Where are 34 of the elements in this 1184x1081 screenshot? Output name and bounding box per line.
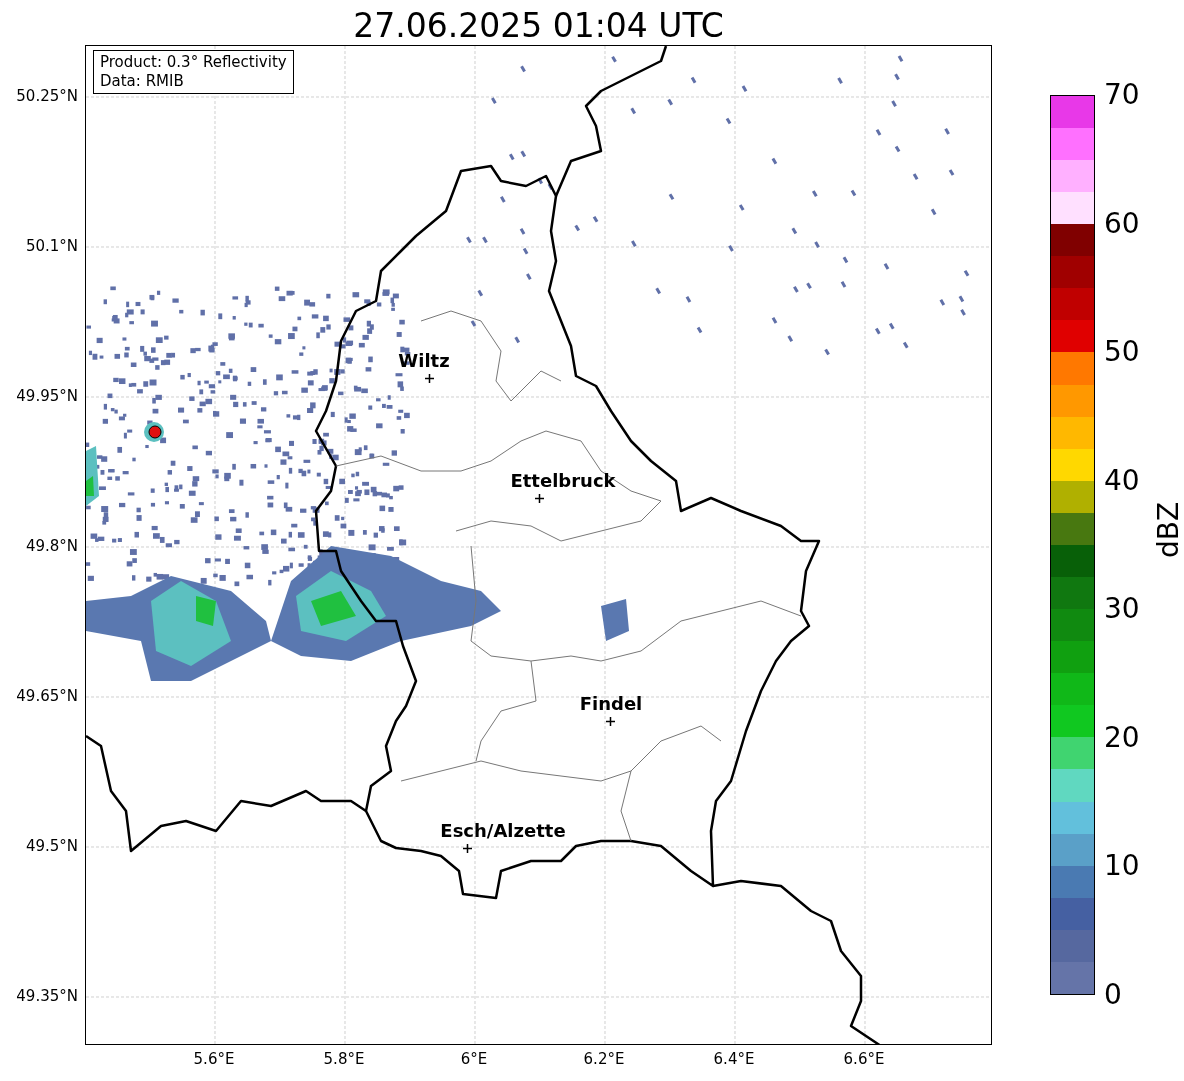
city-marker-icon — [535, 494, 544, 503]
axis-tick-label: 49.35°N — [16, 987, 78, 1005]
colorbar-tick-label: 50 — [1104, 337, 1140, 368]
axis-tick-label: 49.8°N — [25, 537, 78, 555]
colorbar-tick-label: 70 — [1104, 80, 1140, 110]
axis-tick-label: 6.6°E — [843, 1050, 885, 1068]
axis-tick-label: 5.6°E — [193, 1050, 235, 1068]
info-text: Data: RMIB — [100, 72, 185, 91]
axis-tick-label: 49.5°N — [25, 837, 78, 855]
axis-tick-label: 49.95°N — [16, 387, 78, 405]
colorbar-label: dBZ — [1151, 501, 1184, 559]
colorbar-tick-label: 0 — [1104, 980, 1122, 1010]
city-label: Ettelbruck — [510, 470, 616, 491]
chart-title: 27.06.2025 01:04 UTC — [352, 5, 725, 47]
city-label: Findel — [579, 693, 643, 714]
city-label: Wiltz — [398, 350, 450, 371]
axis-tick-label: 49.65°N — [16, 687, 78, 705]
axis-tick-label: 6°E — [460, 1050, 488, 1068]
city-marker-icon — [425, 374, 434, 383]
axis-tick-label: 6.2°E — [583, 1050, 625, 1068]
colorbar-tick-label: 30 — [1104, 594, 1140, 625]
axis-tick-label: 50.1°N — [25, 237, 78, 255]
colorbar-tick-label: 20 — [1104, 722, 1140, 753]
radar-site-icon — [148, 425, 162, 439]
info-text: Product: 0.3° Reflectivity — [100, 53, 287, 72]
axis-tick-label: 50.25°N — [16, 87, 78, 105]
colorbar-tick-label: 40 — [1104, 465, 1140, 496]
city-marker-icon — [606, 717, 615, 726]
axis-tick-label: 6.4°E — [713, 1050, 755, 1068]
city-label: Esch/Alzette — [440, 820, 566, 841]
axis-tick-label: 5.8°E — [323, 1050, 365, 1068]
city-marker-icon — [463, 844, 472, 853]
colorbar-tick-label: 60 — [1104, 208, 1140, 239]
colorbar-tick-label: 10 — [1104, 851, 1140, 882]
